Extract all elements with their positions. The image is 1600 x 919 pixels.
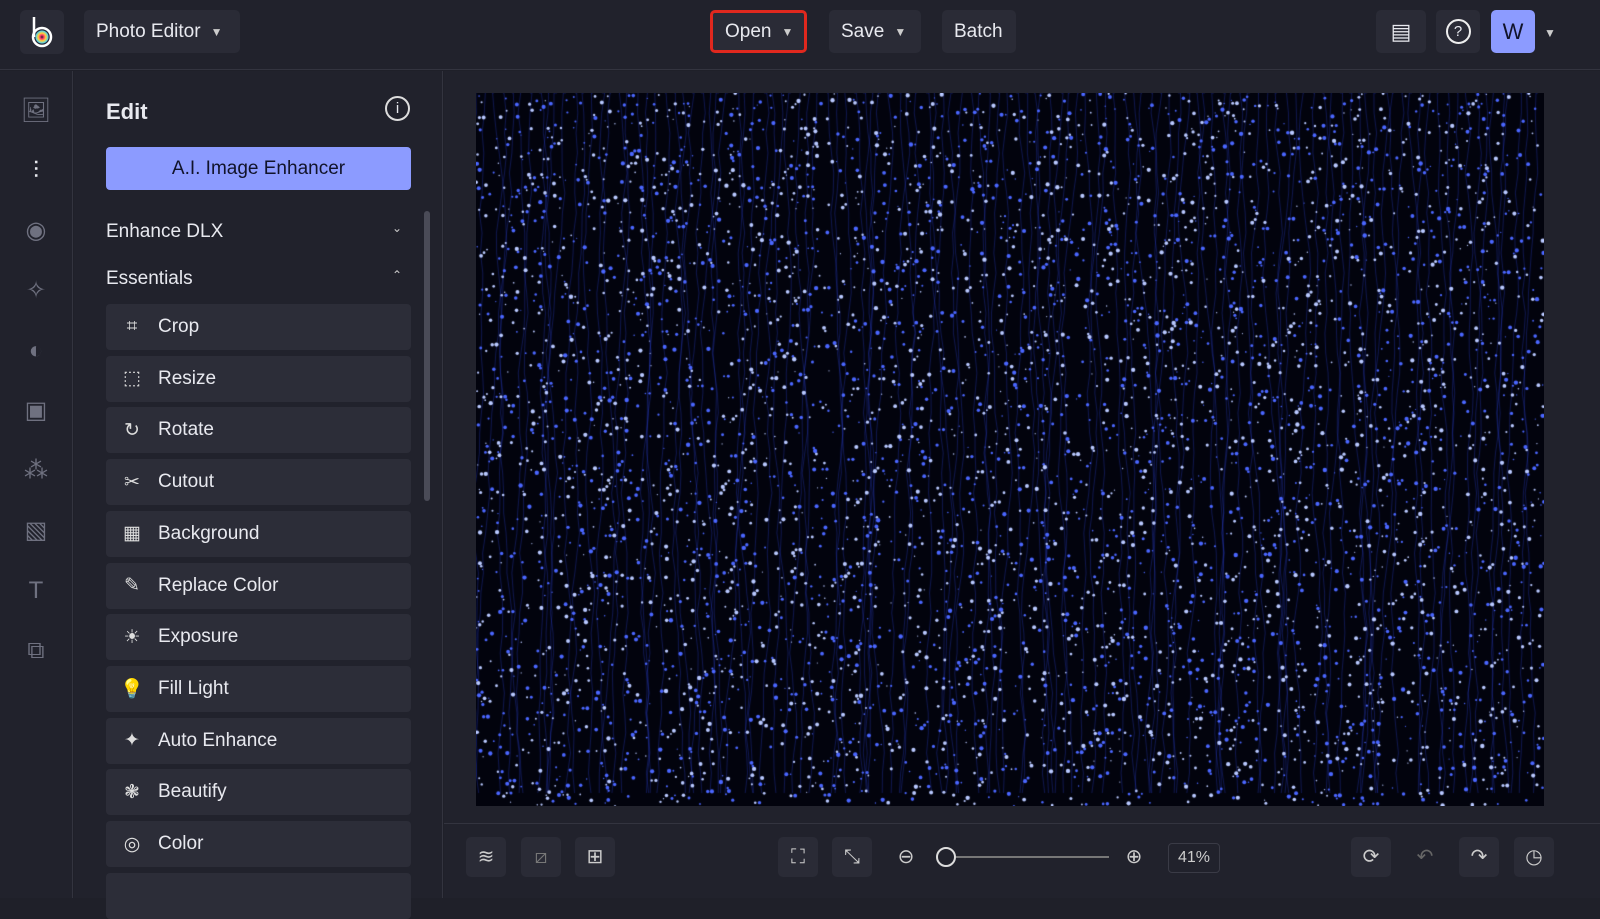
section-enhance-dlx[interactable]: Enhance DLX ⌄ xyxy=(106,221,402,243)
top-bar: Photo Editor ▼ Open ▼ Save ▼ Batch ▤ ? W ▼ xyxy=(0,0,1600,70)
tool-label: Exposure xyxy=(158,626,239,648)
overlay-icon[interactable]: ⧉ xyxy=(20,635,52,667)
tool-label: Background xyxy=(158,522,260,544)
save-button[interactable]: Save ▼ xyxy=(829,10,921,53)
resize-icon: ⬚ xyxy=(123,368,141,390)
undo-icon[interactable]: ↶ xyxy=(1405,837,1445,877)
magic-wand-icon: ✦ xyxy=(124,730,140,752)
help-icon: ? xyxy=(1445,19,1471,44)
image-icon[interactable]: 🖼 xyxy=(20,95,52,127)
tool-fill-light[interactable]: 💡 Fill Light xyxy=(106,665,411,712)
tool-exposure[interactable]: ☀ Exposure xyxy=(106,614,411,661)
redo-icon[interactable]: ↷ xyxy=(1459,837,1499,877)
tool-cutout[interactable]: ✂ Cutout xyxy=(106,459,411,506)
history-icon[interactable]: ◷ xyxy=(1514,837,1554,877)
tool-label: Beautify xyxy=(158,781,227,803)
chevron-down-icon: ▼ xyxy=(894,24,907,39)
effects-sparkle-icon[interactable]: ✧ xyxy=(20,275,52,307)
chevron-down-icon: ▼ xyxy=(781,24,794,39)
frame-icon[interactable]: ▣ xyxy=(20,395,52,427)
photo-canvas[interactable] xyxy=(476,93,1544,806)
text-icon[interactable]: T xyxy=(20,575,52,607)
batch-button[interactable]: Batch xyxy=(942,10,1016,53)
color-wheel-icon: ◎ xyxy=(123,833,141,855)
panel-title: Edit xyxy=(106,99,148,124)
palette-icon[interactable]: ◐ xyxy=(20,335,52,367)
help-button[interactable]: ? xyxy=(1436,10,1480,53)
right-gutter xyxy=(1568,71,1600,823)
zoom-level[interactable]: 41% xyxy=(1168,843,1220,873)
panel-scrollbar[interactable] xyxy=(424,211,430,501)
section-essentials[interactable]: Essentials ⌃ xyxy=(106,268,402,290)
user-avatar[interactable]: W xyxy=(1491,10,1535,53)
adjustments-icon[interactable]: ⫶ xyxy=(20,155,52,187)
app-logo[interactable] xyxy=(20,10,64,54)
texture-icon[interactable]: ▧ xyxy=(20,515,52,547)
chat-icon: ▤ xyxy=(1390,18,1412,44)
app-switcher-label: Photo Editor xyxy=(96,20,201,42)
chevron-down-icon: ⌄ xyxy=(391,221,402,235)
feedback-button[interactable]: ▤ xyxy=(1376,10,1426,53)
tool-rotate[interactable]: ↻ Rotate xyxy=(106,407,411,454)
fit-screen-icon[interactable]: ⛶ xyxy=(778,837,818,877)
section-label: Enhance DLX xyxy=(106,221,224,242)
section-label: Essentials xyxy=(106,268,193,289)
tool-background[interactable]: ▦ Background xyxy=(106,510,411,557)
grid-icon[interactable]: ⊞ xyxy=(575,837,615,877)
zoom-slider-handle[interactable] xyxy=(936,847,956,867)
tool-label: Auto Enhance xyxy=(158,729,278,751)
tool-replace-color[interactable]: ✎ Replace Color xyxy=(106,562,411,609)
info-icon[interactable]: i xyxy=(385,96,410,121)
checkerboard-icon: ▦ xyxy=(123,523,141,545)
flower-icon: ❃ xyxy=(124,781,140,803)
edit-panel: Edit i A.I. Image Enhancer Enhance DLX ⌄ … xyxy=(74,71,443,919)
graphics-shapes-icon[interactable]: ⁂ xyxy=(20,455,52,487)
bottom-toolbar: ≋ ⧄ ⊞ ⛶ ⤡ ⊖ ⊕ 41% ⟳ ↶ ↷ ◷ xyxy=(444,823,1600,898)
avatar-initial: W xyxy=(1502,18,1524,44)
tool-label: Replace Color xyxy=(158,574,279,596)
exposure-icon: ☀ xyxy=(123,626,141,648)
lightbulb-icon: 💡 xyxy=(120,678,144,700)
tool-beautify[interactable]: ❃ Beautify xyxy=(106,769,411,816)
reset-icon[interactable]: ⟳ xyxy=(1351,837,1391,877)
tool-label: Resize xyxy=(158,367,217,389)
tool-label: Rotate xyxy=(158,419,214,441)
zoom-slider[interactable] xyxy=(944,856,1109,858)
tool-label: Fill Light xyxy=(158,677,229,699)
zoom-out-icon[interactable]: ⊖ xyxy=(886,837,926,877)
eye-icon[interactable]: ◉ xyxy=(20,215,52,247)
tool-crop[interactable]: ⌗ Crop xyxy=(106,304,411,350)
tool-partial[interactable] xyxy=(106,872,411,919)
ai-image-enhancer-button[interactable]: A.I. Image Enhancer xyxy=(106,147,411,190)
arrange-icon[interactable]: ⧄ xyxy=(521,837,561,877)
rotate-icon: ↻ xyxy=(124,419,140,441)
open-button[interactable]: Open ▼ xyxy=(710,10,807,53)
zoom-in-icon[interactable]: ⊕ xyxy=(1114,837,1154,877)
actual-size-icon[interactable]: ⤡ xyxy=(832,837,872,877)
open-label: Open xyxy=(725,20,772,42)
chevron-down-icon: ▼ xyxy=(210,24,223,39)
tool-rail: 🖼 ⫶ ◉ ✧ ◐ ▣ ⁂ ▧ T ⧉ xyxy=(0,71,73,898)
save-label: Save xyxy=(841,20,885,42)
account-chevron-icon[interactable]: ▼ xyxy=(1544,26,1556,40)
batch-label: Batch xyxy=(954,20,1003,42)
tool-auto-enhance[interactable]: ✦ Auto Enhance xyxy=(106,717,411,764)
tool-label: Cutout xyxy=(158,471,214,493)
app-switcher-dropdown[interactable]: Photo Editor ▼ xyxy=(84,10,240,53)
tool-color[interactable]: ◎ Color xyxy=(106,821,411,867)
canvas-area xyxy=(444,71,1568,823)
layers-icon[interactable]: ≋ xyxy=(466,837,506,877)
tool-resize[interactable]: ⬚ Resize xyxy=(106,355,411,402)
crop-icon: ⌗ xyxy=(126,316,138,337)
scissors-icon: ✂ xyxy=(124,471,140,493)
chevron-up-icon: ⌃ xyxy=(391,268,402,282)
tool-label: Color xyxy=(158,833,204,854)
eyedropper-icon: ✎ xyxy=(124,575,140,596)
tool-label: Crop xyxy=(158,316,200,337)
